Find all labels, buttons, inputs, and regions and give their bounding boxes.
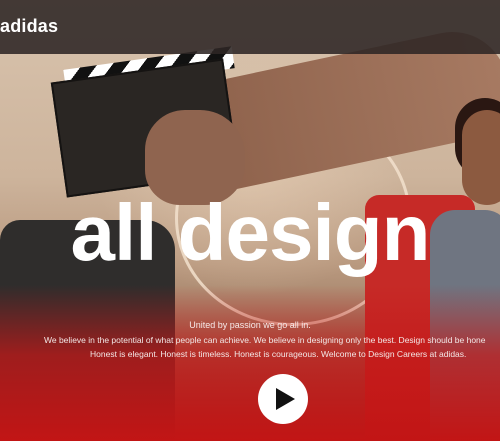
play-icon bbox=[276, 388, 295, 410]
brand-logo[interactable]: adidas bbox=[0, 16, 58, 37]
hero-tagline: United by passion we go all in. bbox=[189, 320, 311, 330]
hero-headline: all design bbox=[70, 188, 431, 277]
hero-body-text: We believe in the potential of what peop… bbox=[44, 333, 500, 361]
top-header: adidas bbox=[0, 0, 500, 54]
hero-body-line-2: Honest is elegant. Honest is timeless. H… bbox=[90, 349, 467, 359]
red-gradient-overlay bbox=[0, 285, 500, 441]
hero-body-line-1: We believe in the potential of what peop… bbox=[44, 335, 486, 345]
play-button[interactable] bbox=[258, 374, 308, 424]
